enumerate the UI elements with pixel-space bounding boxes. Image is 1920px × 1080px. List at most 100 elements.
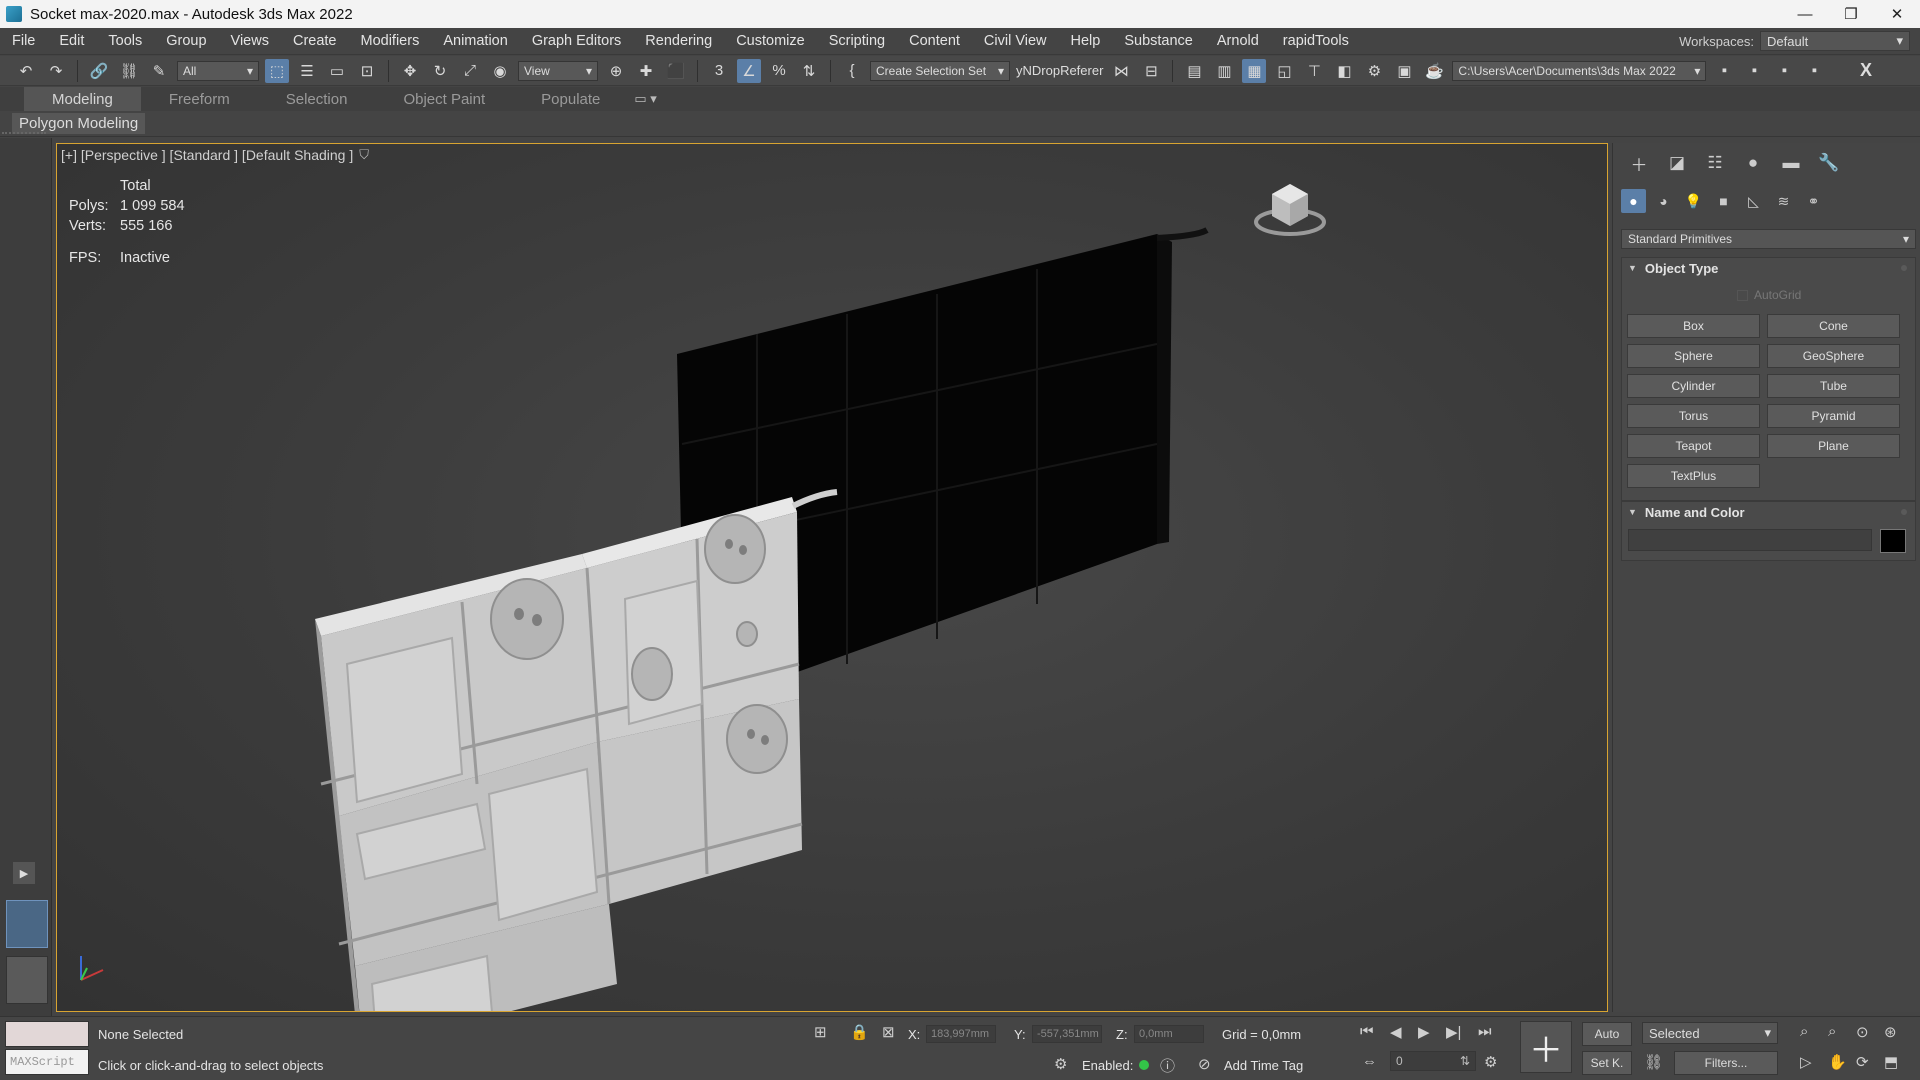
systems-category-icon[interactable]: ⚭ [1801, 189, 1826, 213]
menu-arnold[interactable]: Arnold [1205, 33, 1271, 49]
tab-object-paint[interactable]: Object Paint [375, 87, 513, 111]
restore-button[interactable]: ❐ [1828, 0, 1874, 28]
zoom-extents-icon[interactable]: ⊙ [1856, 1023, 1869, 1041]
menu-customize[interactable]: Customize [724, 33, 817, 49]
y-coord-field[interactable]: -557,351mm [1032, 1025, 1102, 1043]
rectangular-selection-icon[interactable]: ▭ [325, 59, 349, 83]
ribbon-options-icon[interactable]: ▭ ▾ [634, 91, 656, 107]
menu-help[interactable]: Help [1059, 33, 1113, 49]
key-filters-button[interactable]: Filters... [1674, 1051, 1778, 1075]
ribbon-toggle-icon[interactable]: ▦ [1242, 58, 1267, 83]
tab-selection[interactable]: Selection [258, 87, 376, 111]
motion-tab-icon[interactable]: ● [1739, 151, 1767, 175]
keyboard-shortcut-icon[interactable]: ⬛ [664, 59, 688, 83]
cylinder-button[interactable]: Cylinder [1627, 374, 1760, 398]
archive-icon[interactable]: ▪ [1802, 59, 1826, 83]
teapot-button[interactable]: Teapot [1627, 434, 1760, 458]
place-icon[interactable]: ◉ [488, 59, 512, 83]
zoom-icon[interactable]: ⌕ [1800, 1023, 1808, 1040]
named-selection-dropdown[interactable]: Create Selection Set ▾ [870, 60, 1010, 81]
torus-button[interactable]: Torus [1627, 404, 1760, 428]
shapes-category-icon[interactable]: ◕ [1651, 189, 1676, 213]
undo-icon[interactable]: ↶ [14, 59, 38, 83]
menu-rapidtools[interactable]: rapidTools [1271, 33, 1361, 49]
name-and-color-header[interactable]: ▼ Name and Color [1622, 502, 1915, 522]
edit-named-selection-icon[interactable]: { [840, 59, 864, 83]
schematic-view-icon[interactable]: ⊤ [1302, 59, 1326, 83]
workspace-select[interactable]: Default ▾ [1760, 31, 1910, 51]
mirror-icon[interactable]: ⋈ [1109, 59, 1133, 83]
create-tab-icon[interactable]: ＋ [1625, 151, 1653, 175]
menu-tools[interactable]: Tools [96, 33, 154, 49]
angle-snap-icon[interactable]: ∠ [737, 58, 761, 83]
time-tag-icon[interactable]: ⊘ [1198, 1055, 1211, 1073]
key-walk-icon[interactable]: ⛓ [1644, 1053, 1663, 1071]
menu-graph-editors[interactable]: Graph Editors [520, 33, 633, 49]
spinner-snap-icon[interactable]: ⇅ [797, 59, 821, 83]
field-of-view-icon[interactable]: ▷ [1800, 1053, 1812, 1071]
primitive-type-dropdown[interactable]: Standard Primitives ▾ [1621, 229, 1916, 249]
cone-button[interactable]: Cone [1767, 314, 1900, 338]
utilities-tab-icon[interactable]: 🔧 [1815, 151, 1843, 175]
tab-modeling[interactable]: Modeling [24, 87, 141, 111]
selection-lock-icon[interactable]: 🔒 [850, 1023, 869, 1041]
layer-explorer-icon[interactable]: ▥ [1212, 59, 1236, 83]
orbit-icon[interactable]: ⟳ [1856, 1053, 1869, 1071]
render-setup-icon[interactable]: ⚙ [1362, 59, 1386, 83]
cameras-category-icon[interactable]: ■ [1711, 189, 1736, 213]
menu-substance[interactable]: Substance [1112, 33, 1205, 49]
previous-frame-icon[interactable]: ◀ [1390, 1023, 1402, 1041]
select-manipulate-icon[interactable]: ✚ [634, 59, 658, 83]
redo-icon[interactable]: ↷ [44, 59, 68, 83]
render-icon[interactable]: ☕ [1422, 59, 1446, 83]
menu-content[interactable]: Content [897, 33, 972, 49]
maximize-viewport-icon[interactable]: ⬒ [1884, 1053, 1898, 1071]
plane-button[interactable]: Plane [1767, 434, 1900, 458]
zoom-extents-all-icon[interactable]: ⊛ [1884, 1023, 1897, 1041]
geosphere-button[interactable]: GeoSphere [1767, 344, 1900, 368]
menu-animation[interactable]: Animation [431, 33, 519, 49]
drop-reference-label[interactable]: yNDropReferer [1016, 63, 1103, 78]
align-icon[interactable]: ⊟ [1139, 59, 1163, 83]
menu-rendering[interactable]: Rendering [633, 33, 724, 49]
project-folder-icon[interactable]: ▪ [1712, 59, 1736, 83]
key-filter-selection-dropdown[interactable]: Selected ▾ [1642, 1022, 1778, 1044]
move-icon[interactable]: ✥ [398, 59, 422, 83]
menu-views[interactable]: Views [219, 33, 281, 49]
expand-layout-icon[interactable]: ▶ [13, 862, 35, 884]
panel-resize-grip[interactable] [2, 132, 46, 136]
current-frame-field[interactable]: 0 ⇅ [1390, 1051, 1476, 1071]
tab-freeform[interactable]: Freeform [141, 87, 258, 111]
viewport-layout-thumb[interactable] [6, 956, 48, 1004]
pivot-center-icon[interactable]: ⊕ [604, 59, 628, 83]
percent-snap-icon[interactable]: % [767, 59, 791, 83]
save-file-icon[interactable]: ▪ [1772, 59, 1796, 83]
scene-explorer-icon[interactable]: ▤ [1182, 59, 1206, 83]
open-file-icon[interactable]: ▪ [1742, 59, 1766, 83]
isolate-selection-icon[interactable]: ⊞ [814, 1023, 827, 1041]
curve-editor-icon[interactable]: ◱ [1272, 59, 1296, 83]
go-to-end-icon[interactable]: ⏭ [1478, 1023, 1492, 1040]
close-button[interactable]: ✕ [1874, 0, 1920, 28]
auto-key-button[interactable]: Auto [1582, 1022, 1632, 1046]
maxscript-mini-listener[interactable]: MAXScript [5, 1049, 89, 1075]
maxscript-listener-input[interactable] [5, 1021, 89, 1047]
rendered-frame-icon[interactable]: ▣ [1392, 59, 1416, 83]
viewport-layout-thumb-active[interactable] [6, 900, 48, 948]
time-configuration-icon[interactable]: ⚙ [1484, 1053, 1497, 1071]
sphere-button[interactable]: Sphere [1627, 344, 1760, 368]
helpers-category-icon[interactable]: ◺ [1741, 189, 1766, 213]
key-mode-toggle-icon[interactable]: ⇔ [1362, 1053, 1377, 1070]
select-by-name-icon[interactable]: ☰ [295, 59, 319, 83]
display-tab-icon[interactable]: ▬ [1777, 151, 1805, 175]
next-frame-icon[interactable]: ▶| [1446, 1023, 1461, 1041]
rotate-icon[interactable]: ↻ [428, 59, 452, 83]
viewport-label[interactable]: [+] [Perspective ] [Standard ] [Default … [61, 147, 353, 163]
object-color-swatch[interactable] [1880, 529, 1906, 553]
object-name-input[interactable] [1628, 529, 1872, 551]
link-icon[interactable]: 🔗 [87, 59, 111, 83]
perspective-viewport[interactable]: [+] [Perspective ] [Standard ] [Default … [56, 143, 1608, 1012]
select-object-icon[interactable]: ⬚ [265, 58, 289, 83]
window-crossing-icon[interactable]: ⊡ [355, 59, 379, 83]
unlink-icon[interactable]: ⛓ [117, 59, 141, 83]
